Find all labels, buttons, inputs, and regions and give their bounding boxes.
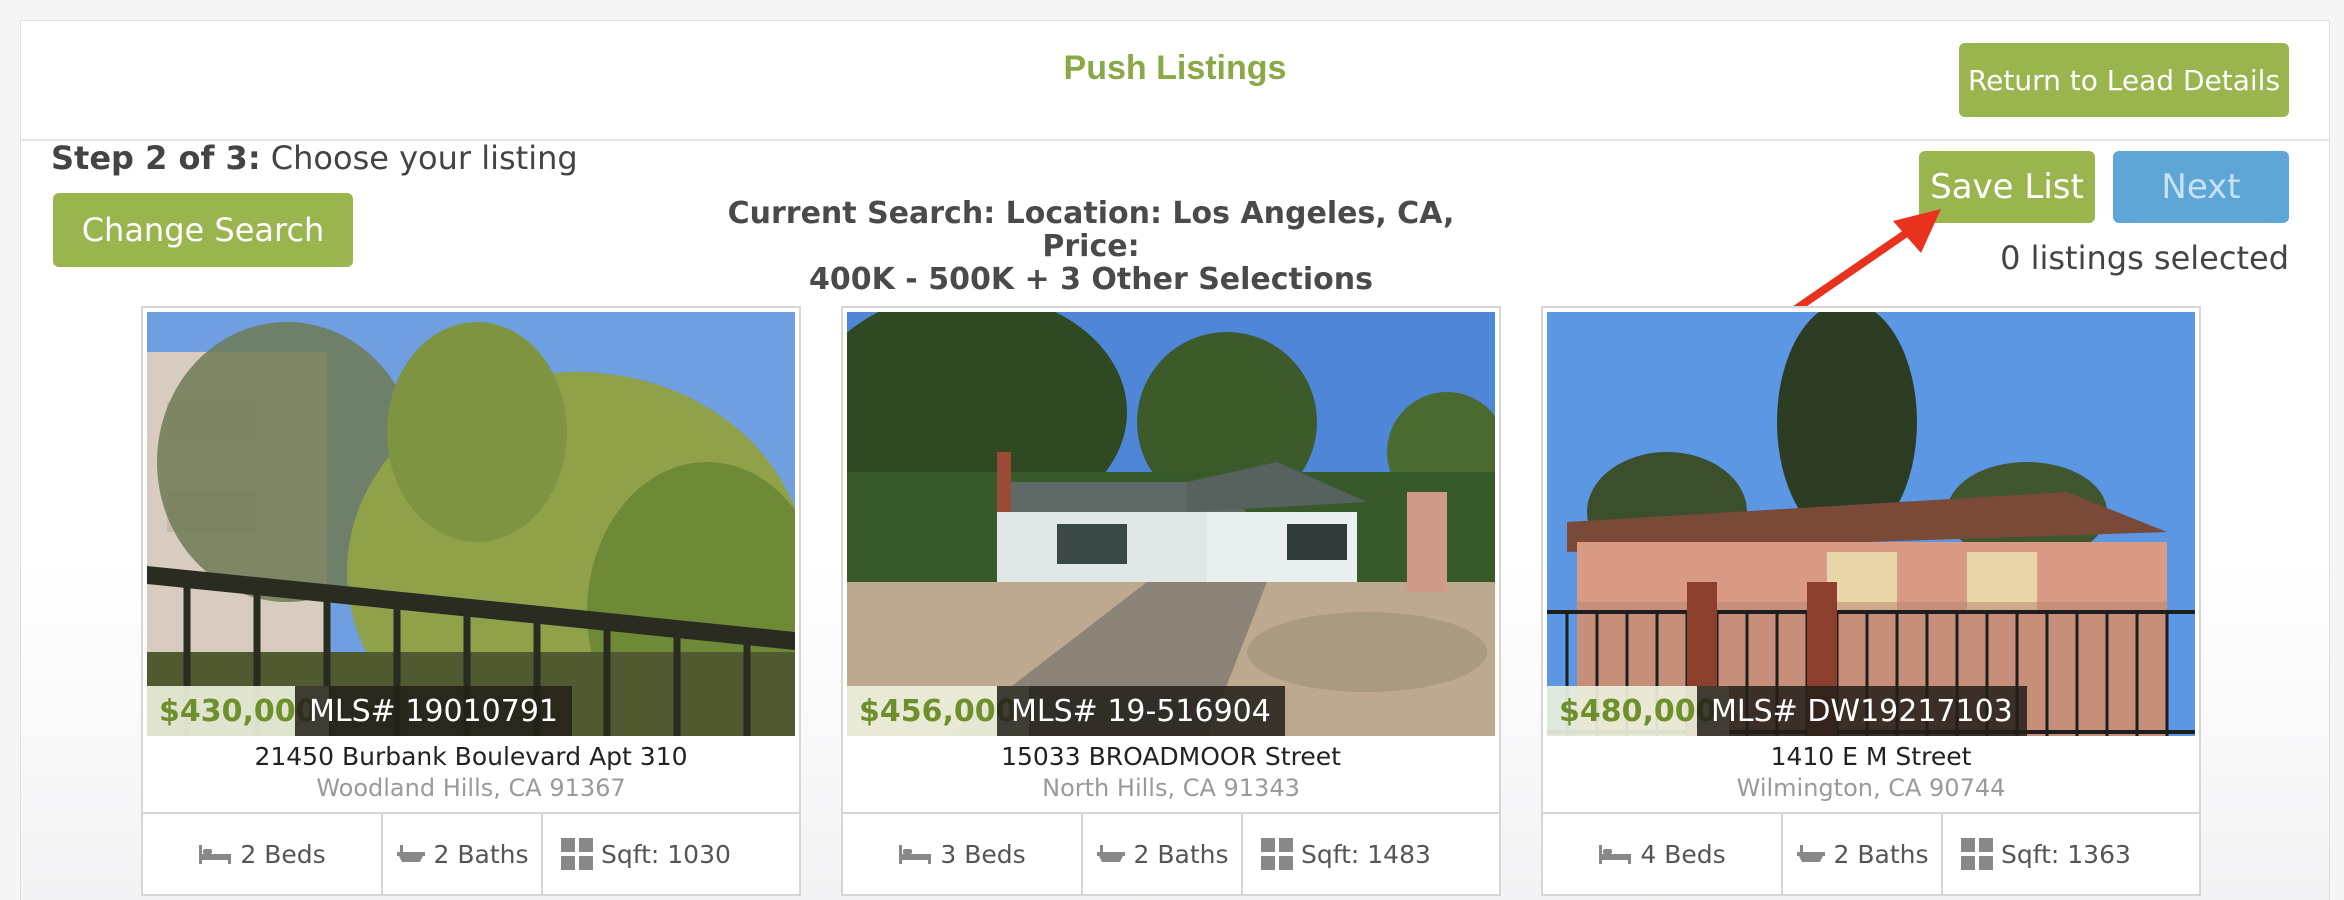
listing-photo-image	[1547, 312, 2195, 736]
baths-stat: 2 Baths	[1783, 814, 1943, 894]
beds-label: 3 Beds	[940, 839, 1026, 869]
listing-stats: 4 Beds 2 Baths Sqft: 1363	[1543, 812, 2199, 894]
grid-icon	[1961, 838, 1993, 870]
baths-label: 2 Baths	[433, 839, 529, 869]
step-indicator: Step 2 of 3: Choose your listing	[51, 139, 578, 177]
baths-stat: 2 Baths	[1083, 814, 1243, 894]
listing-stats: 2 Beds 2 Baths Sqft: 1030	[143, 812, 799, 894]
return-to-lead-details-button[interactable]: Return to Lead Details	[1959, 43, 2289, 117]
listing-photo[interactable]	[847, 312, 1495, 736]
listing-city: North Hills, CA 91343	[1042, 774, 1300, 802]
listing-mls-number: MLS# 19010791	[295, 686, 573, 736]
sqft-stat: Sqft: 1363	[1943, 814, 2199, 894]
step-prefix: Step 2 of 3:	[51, 139, 261, 177]
sqft-label: Sqft: 1030	[601, 839, 731, 869]
listing-mls-number: MLS# 19-516904	[997, 686, 1285, 736]
change-search-button[interactable]: Change Search	[53, 193, 353, 267]
bed-icon	[199, 845, 232, 864]
bed-icon	[1599, 845, 1632, 864]
bathtub-icon	[396, 845, 425, 862]
next-button[interactable]: Next	[2113, 151, 2289, 223]
listing-photo[interactable]	[147, 312, 795, 736]
baths-label: 2 Baths	[1833, 839, 1929, 869]
red-arrow-annotation	[1789, 209, 1941, 315]
beds-stat: 2 Beds	[143, 814, 383, 894]
sqft-stat: Sqft: 1483	[1243, 814, 1499, 894]
listings-selected-count: 0 listings selected	[2000, 239, 2289, 277]
listing-card[interactable]: $480,000 MLS# DW19217103 1410 E M Street…	[1541, 306, 2201, 896]
listing-city: Woodland Hills, CA 91367	[316, 774, 626, 802]
listing-photo-image	[147, 312, 795, 736]
current-search-summary: Current Search: Location: Los Angeles, C…	[721, 197, 1461, 296]
bed-icon	[899, 845, 932, 864]
beds-label: 2 Beds	[240, 839, 326, 869]
grid-icon	[561, 838, 593, 870]
push-listings-panel: Push Listings Return to Lead Details Ste…	[20, 20, 2330, 900]
listing-address: 15033 BROADMOOR Street	[1001, 742, 1341, 771]
grid-icon	[1261, 838, 1293, 870]
listing-card[interactable]: $456,000 MLS# 19-516904 15033 BROADMOOR …	[841, 306, 1501, 896]
beds-label: 4 Beds	[1640, 839, 1726, 869]
header-bar: Push Listings Return to Lead Details	[21, 21, 2329, 141]
listing-address: 21450 Burbank Boulevard Apt 310	[254, 742, 688, 771]
listing-city: Wilmington, CA 90744	[1736, 774, 2006, 802]
bathtub-icon	[1096, 845, 1125, 862]
sqft-label: Sqft: 1363	[2001, 839, 2131, 869]
search-summary-line-1: Current Search: Location: Los Angeles, C…	[727, 196, 1455, 264]
baths-stat: 2 Baths	[383, 814, 543, 894]
listing-mls-number: MLS# DW19217103	[1697, 686, 2027, 736]
listing-address: 1410 E M Street	[1770, 742, 1972, 771]
sqft-label: Sqft: 1483	[1301, 839, 1431, 869]
listing-photo-image	[847, 312, 1495, 736]
sqft-stat: Sqft: 1030	[543, 814, 799, 894]
listing-photo[interactable]	[1547, 312, 2195, 736]
beds-stat: 3 Beds	[843, 814, 1083, 894]
search-summary-line-2: 400K - 500K + 3 Other Selections	[808, 262, 1374, 297]
beds-stat: 4 Beds	[1543, 814, 1783, 894]
step-text: Choose your listing	[260, 139, 578, 177]
listing-stats: 3 Beds 2 Baths Sqft: 1483	[843, 812, 1499, 894]
bathtub-icon	[1796, 845, 1825, 862]
listing-card[interactable]: $430,000 MLS# 19010791 21450 Burbank Bou…	[141, 306, 801, 896]
baths-label: 2 Baths	[1133, 839, 1229, 869]
